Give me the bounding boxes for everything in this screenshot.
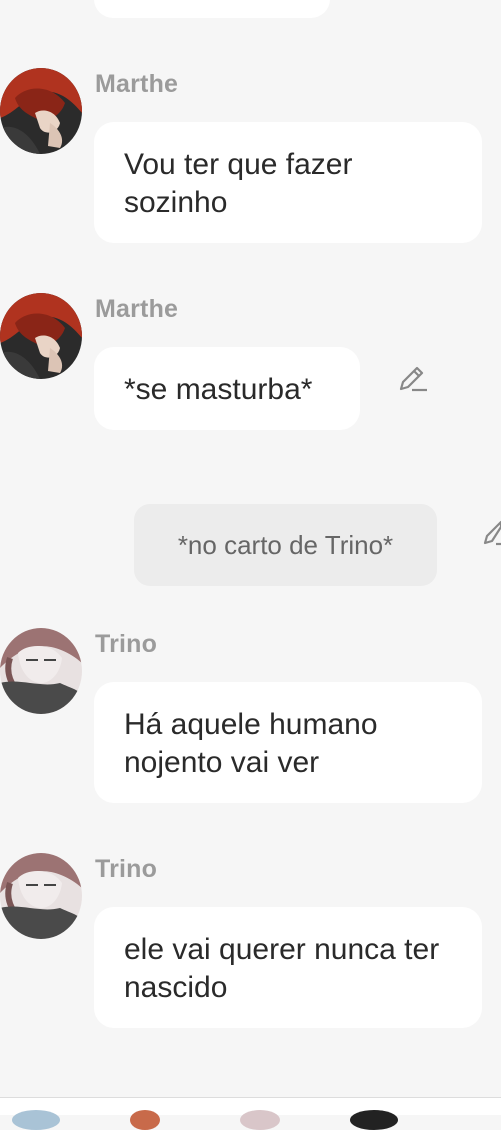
- sender-name: Trino: [95, 630, 158, 658]
- message-bubble[interactable]: *se masturba*: [94, 347, 360, 430]
- avatar-trino[interactable]: [0, 628, 82, 714]
- tab-avatar[interactable]: [350, 1110, 398, 1130]
- avatar-marthe[interactable]: [0, 68, 82, 154]
- sender-name: Marthe: [95, 70, 179, 98]
- message-bubble[interactable]: Há aquele humano nojento vai ver: [94, 682, 482, 803]
- narration-bubble[interactable]: *no carto de Trino*: [134, 504, 437, 586]
- avatar-trino[interactable]: [0, 853, 82, 939]
- sender-name: Trino: [95, 855, 158, 883]
- tab-avatar[interactable]: [130, 1110, 160, 1130]
- sender-name: Marthe: [95, 295, 179, 323]
- tab-avatar[interactable]: [12, 1110, 60, 1130]
- pencil-icon[interactable]: [482, 518, 501, 551]
- tab-avatar[interactable]: [240, 1110, 280, 1130]
- pencil-icon[interactable]: [398, 364, 428, 397]
- message-bubble[interactable]: ele vai querer nunca ter nascido: [94, 907, 482, 1028]
- previous-message-bubble: [94, 0, 330, 18]
- message-bubble[interactable]: Vou ter que fazer sozinho: [94, 122, 482, 243]
- avatar-marthe[interactable]: [0, 293, 82, 379]
